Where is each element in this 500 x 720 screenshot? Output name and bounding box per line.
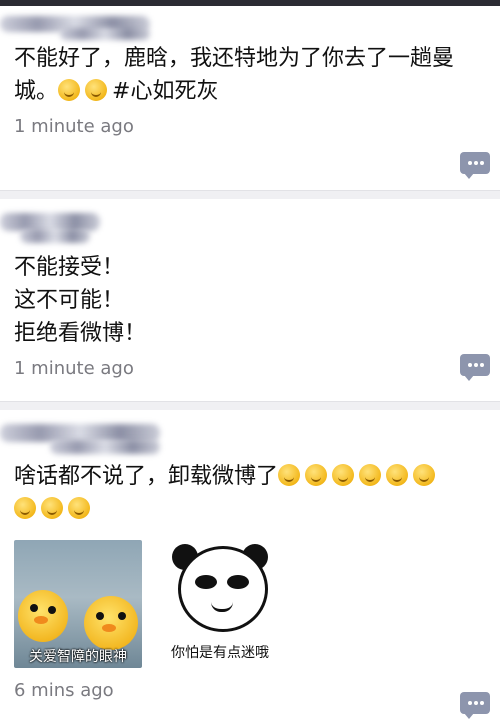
- thinking-face-icon: [68, 497, 90, 519]
- blurred-username[interactable]: [0, 199, 486, 251]
- thinking-face-icon: [58, 79, 81, 101]
- image-caption: 你怕是有点迷哦: [171, 645, 269, 661]
- timestamp: 1 minute ago: [14, 116, 134, 137]
- yellow-ducks-image[interactable]: 关爱智障的眼神: [14, 540, 142, 668]
- timestamp: 6 mins ago: [14, 680, 114, 701]
- thinking-face-icon: [14, 497, 36, 519]
- thinking-face-icon: [305, 464, 328, 486]
- timestamp: 1 minute ago: [14, 358, 134, 379]
- panda-meme-image[interactable]: 你怕是有点迷哦: [156, 540, 284, 668]
- divider: [0, 191, 500, 199]
- comment-post-2: 不能接受！ 这不可能！ 拒绝看微博！ 1 minute ago: [0, 199, 500, 402]
- thinking-face-icon: [413, 464, 436, 486]
- hashtag-link[interactable]: #心如死灰: [112, 79, 218, 104]
- comment-post-3: 啥话都不说了，卸载微博了 关爱智障的眼神 你怕是有点迷哦 6 mins ago: [0, 410, 500, 720]
- image-caption: 关爱智障的眼神: [29, 649, 127, 665]
- divider: [0, 402, 500, 410]
- thinking-face-icon: [359, 464, 382, 486]
- thinking-face-icon: [386, 464, 409, 486]
- comment-post-1: 不能好了，鹿晗，我还特地为了你去了一趟曼城。 #心如死灰 1 minute ago: [0, 6, 500, 191]
- comment-icon[interactable]: [460, 692, 490, 719]
- thinking-face-icon: [41, 497, 63, 519]
- post-text: 不能好了，鹿晗，我还特地为了你去了一趟曼城。 #心如死灰: [14, 46, 455, 104]
- post-text: 啥话都不说了，卸载微博了: [14, 460, 486, 526]
- comment-icon[interactable]: [460, 152, 490, 179]
- blurred-username[interactable]: [0, 410, 486, 460]
- image-attachments: 关爱智障的眼神 你怕是有点迷哦: [14, 540, 486, 668]
- comment-icon[interactable]: [460, 354, 490, 381]
- thinking-face-icon: [332, 464, 355, 486]
- post-text: 不能接受！ 这不可能！ 拒绝看微博！: [14, 255, 147, 346]
- blurred-username[interactable]: [0, 6, 486, 42]
- thinking-face-icon: [278, 464, 301, 486]
- thinking-face-icon: [85, 79, 108, 101]
